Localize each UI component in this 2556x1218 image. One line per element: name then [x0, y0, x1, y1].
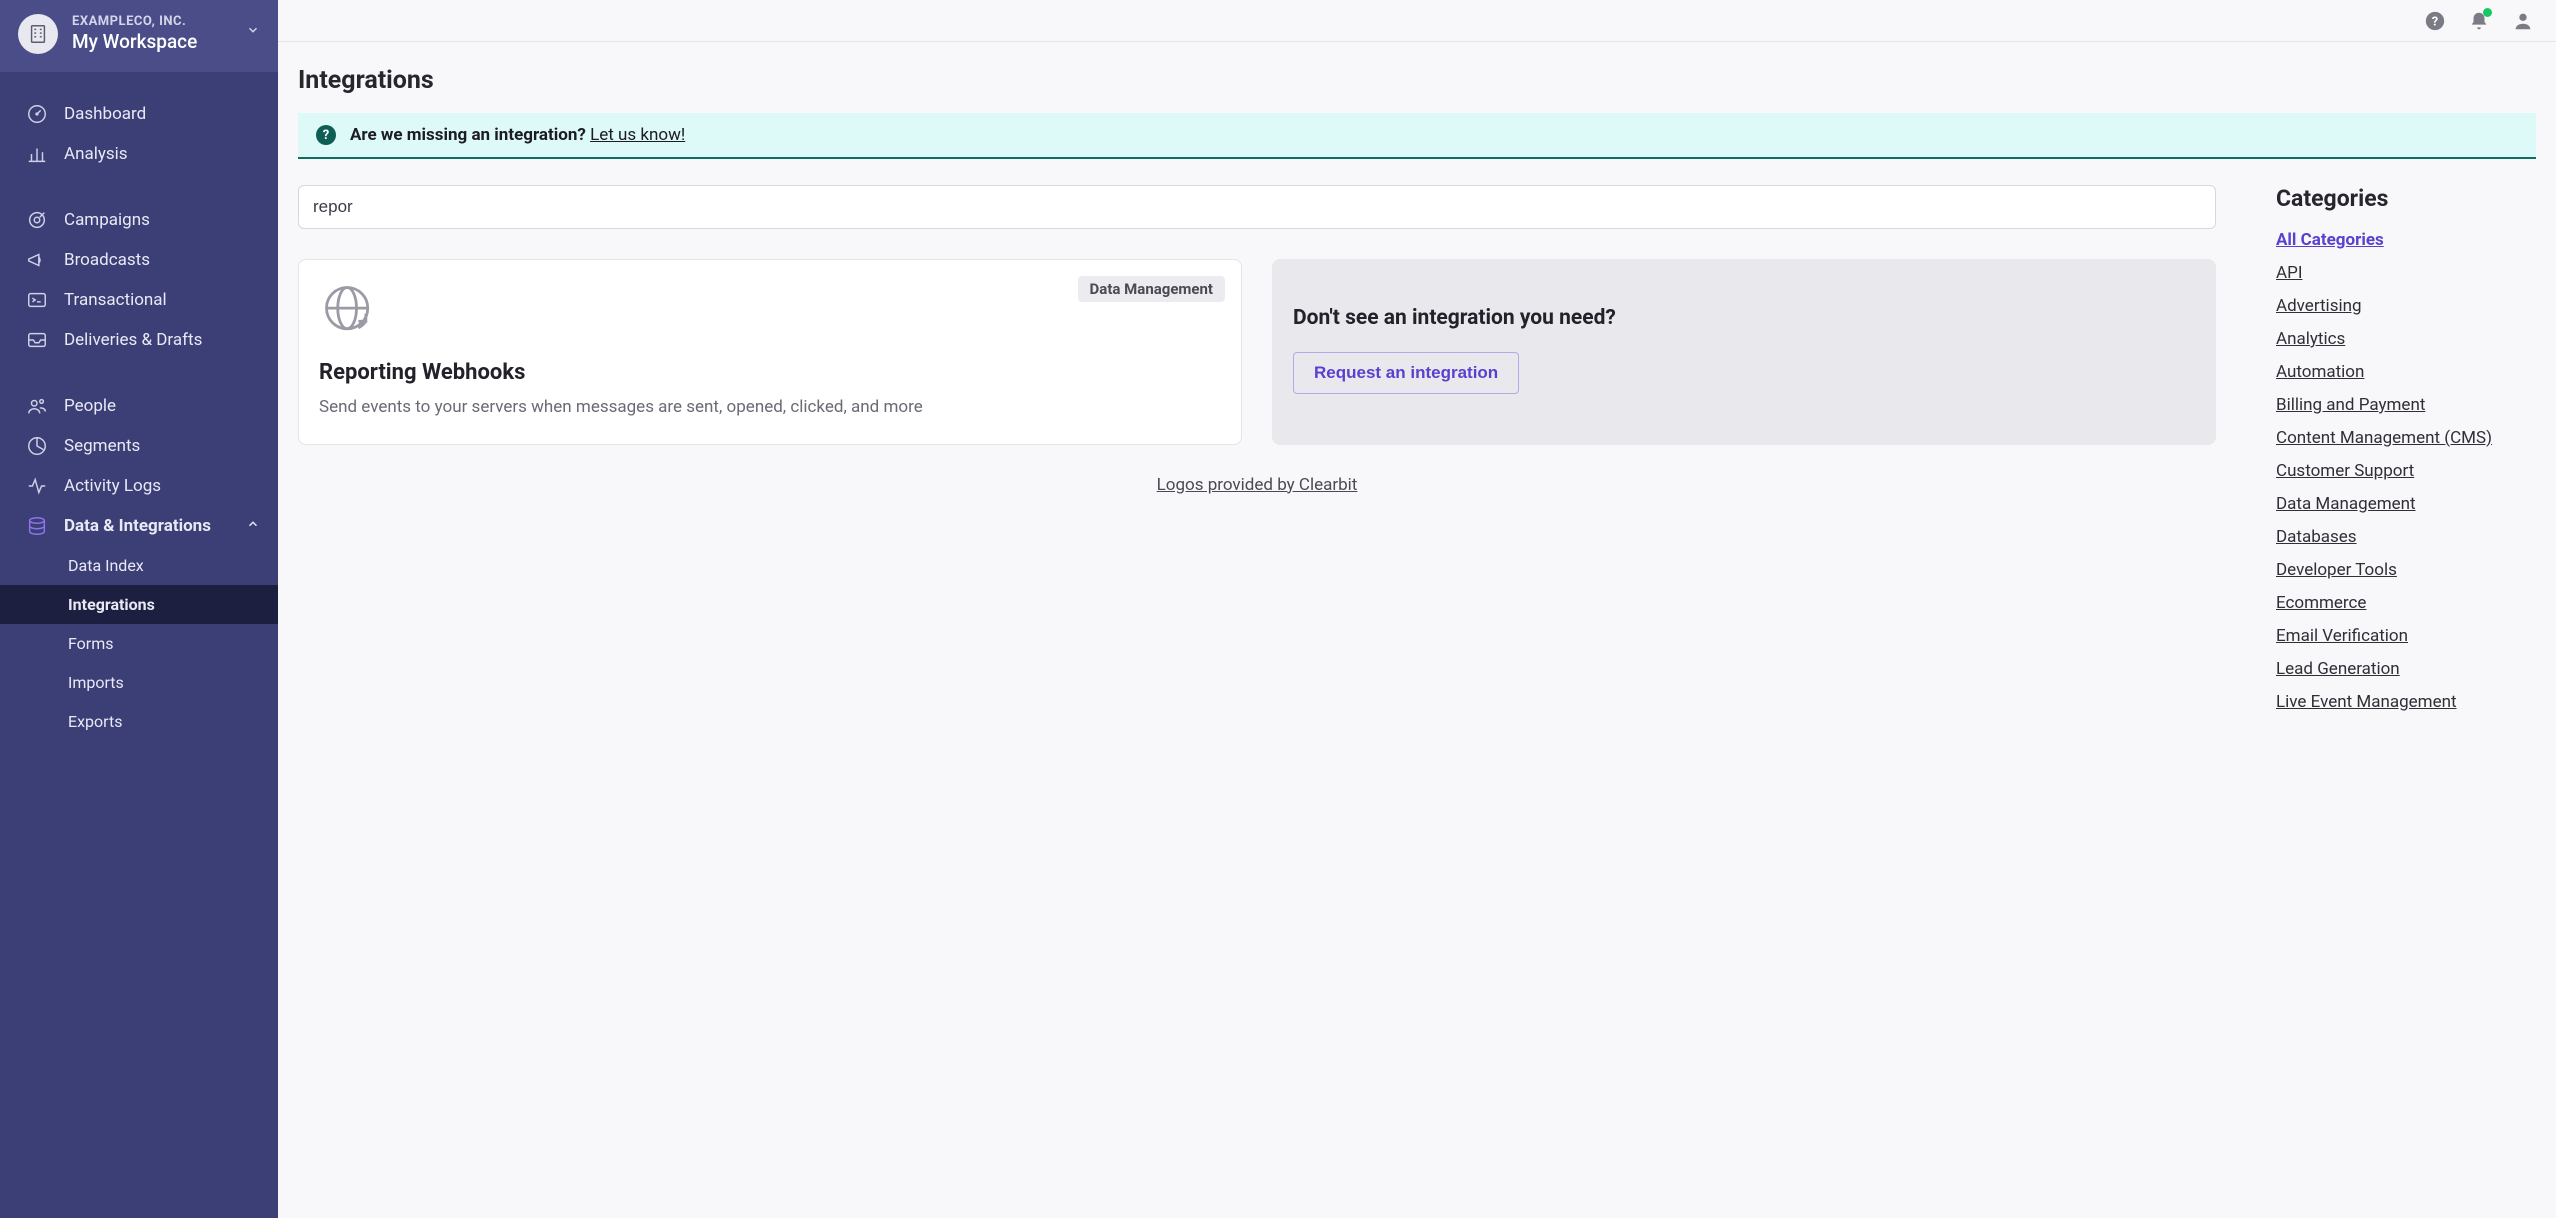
workspace-org: EXAMPLECO, INC.: [72, 14, 197, 30]
sidebar-nav: Dashboard Analysis Campaigns Broadca: [0, 72, 278, 759]
request-integration-button[interactable]: Request an integration: [1293, 352, 1519, 394]
let-us-know-link[interactable]: Let us know!: [590, 125, 685, 145]
category-devtools[interactable]: Developer Tools: [2276, 560, 2536, 580]
category-databases[interactable]: Databases: [2276, 527, 2536, 547]
sidebar-item-segments[interactable]: Segments: [0, 426, 278, 466]
category-data-management[interactable]: Data Management: [2276, 494, 2536, 514]
pie-icon: [26, 435, 48, 457]
sidebar-item-label: Data & Integrations: [64, 516, 211, 536]
sidebar-item-label: Activity Logs: [64, 476, 161, 496]
gauge-icon: [26, 103, 48, 125]
sidebar-item-broadcasts[interactable]: Broadcasts: [0, 240, 278, 280]
page-title: Integrations: [298, 66, 2536, 95]
sidebar-item-label: Dashboard: [64, 104, 146, 124]
notifications-icon[interactable]: [2468, 10, 2490, 32]
category-email-verification[interactable]: Email Verification: [2276, 626, 2536, 646]
sidebar-item-transactional[interactable]: Transactional: [0, 280, 278, 320]
request-card-title: Don't see an integration you need?: [1293, 306, 2195, 330]
sidebar: EXAMPLECO, INC. My Workspace Dashboard A…: [0, 0, 278, 1218]
sidebar-item-label: Analysis: [64, 144, 128, 164]
data-integrations-submenu: Data Index Integrations Forms Imports Ex…: [0, 546, 278, 741]
workspace-name: My Workspace: [72, 30, 197, 54]
sidebar-item-label: People: [64, 396, 116, 416]
workspace-switcher[interactable]: EXAMPLECO, INC. My Workspace: [0, 0, 278, 72]
sidebar-item-label: Deliveries & Drafts: [64, 330, 202, 350]
user-icon[interactable]: [2512, 10, 2534, 32]
topbar: ?: [278, 0, 2556, 42]
sidebar-item-dashboard[interactable]: Dashboard: [0, 94, 278, 134]
svg-text:?: ?: [2432, 14, 2438, 29]
sidebar-item-label: Broadcasts: [64, 250, 150, 270]
integration-desc: Send events to your servers when message…: [319, 395, 1221, 420]
notification-dot: [2483, 8, 2492, 17]
help-icon[interactable]: ?: [2424, 10, 2446, 32]
sidebar-item-label: Segments: [64, 436, 140, 456]
subnav-integrations[interactable]: Integrations: [0, 585, 278, 624]
content: Integrations ? Are we missing an integra…: [278, 42, 2556, 1218]
chevron-up-icon: [246, 516, 260, 536]
category-live-events[interactable]: Live Event Management: [2276, 692, 2536, 712]
integration-card-reporting-webhooks[interactable]: Data Management Reporting Webhooks: [298, 259, 1242, 445]
database-icon: [26, 515, 48, 537]
category-advertising[interactable]: Advertising: [2276, 296, 2536, 316]
search-input[interactable]: [298, 185, 2216, 229]
missing-integration-banner: ? Are we missing an integration? Let us …: [298, 113, 2536, 159]
subnav-imports[interactable]: Imports: [0, 663, 278, 702]
category-automation[interactable]: Automation: [2276, 362, 2536, 382]
categories-heading: Categories: [2276, 185, 2536, 212]
sidebar-item-activity-logs[interactable]: Activity Logs: [0, 466, 278, 506]
banner-text: Are we missing an integration? Let us kn…: [350, 125, 685, 145]
categories-list: All Categories API Advertising Analytics…: [2276, 230, 2536, 712]
category-support[interactable]: Customer Support: [2276, 461, 2536, 481]
category-billing[interactable]: Billing and Payment: [2276, 395, 2536, 415]
integration-tag: Data Management: [1078, 276, 1225, 302]
terminal-icon: [26, 289, 48, 311]
workspace-avatar: [18, 14, 58, 54]
category-all[interactable]: All Categories: [2276, 230, 2536, 250]
sidebar-item-people[interactable]: People: [0, 386, 278, 426]
category-analytics[interactable]: Analytics: [2276, 329, 2536, 349]
sidebar-item-campaigns[interactable]: Campaigns: [0, 200, 278, 240]
request-integration-card: Don't see an integration you need? Reque…: [1272, 259, 2216, 445]
sidebar-item-analysis[interactable]: Analysis: [0, 134, 278, 174]
subnav-exports[interactable]: Exports: [0, 702, 278, 741]
category-ecommerce[interactable]: Ecommerce: [2276, 593, 2536, 613]
chevron-down-icon: [246, 22, 260, 42]
sidebar-item-label: Transactional: [64, 290, 167, 310]
megaphone-icon: [26, 249, 48, 271]
subnav-forms[interactable]: Forms: [0, 624, 278, 663]
categories-panel: Categories All Categories API Advertisin…: [2276, 185, 2536, 712]
inbox-icon: [26, 329, 48, 351]
category-api[interactable]: API: [2276, 263, 2536, 283]
category-cms[interactable]: Content Management (CMS): [2276, 428, 2536, 448]
info-icon: ?: [316, 125, 336, 145]
target-icon: [26, 209, 48, 231]
sidebar-item-data-integrations[interactable]: Data & Integrations: [0, 506, 278, 546]
integration-title: Reporting Webhooks: [319, 360, 1221, 385]
sidebar-item-label: Campaigns: [64, 210, 150, 230]
subnav-data-index[interactable]: Data Index: [0, 546, 278, 585]
category-lead-gen[interactable]: Lead Generation: [2276, 659, 2536, 679]
logos-credit-link[interactable]: Logos provided by Clearbit: [1157, 475, 1358, 495]
main: ? Integrations ? Are we missing an integ…: [278, 0, 2556, 1218]
building-icon: [27, 23, 49, 45]
people-icon: [26, 395, 48, 417]
sidebar-item-deliveries[interactable]: Deliveries & Drafts: [0, 320, 278, 360]
bar-chart-icon: [26, 143, 48, 165]
activity-icon: [26, 475, 48, 497]
